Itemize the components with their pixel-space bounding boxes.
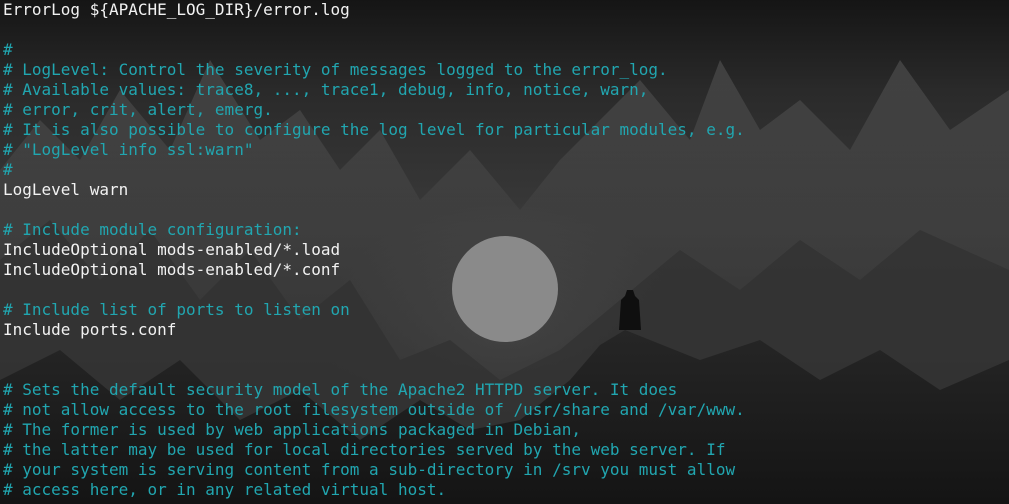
comment-line: # your system is serving content from a … — [3, 460, 736, 479]
comment-line: # Available values: trace8, ..., trace1,… — [3, 80, 649, 99]
directive-line: IncludeOptional mods-enabled/*.conf — [3, 260, 341, 279]
directive-line: Include ports.conf — [3, 320, 177, 339]
directive-line: ErrorLog ${APACHE_LOG_DIR}/error.log — [3, 0, 350, 19]
comment-line: # It is also possible to configure the l… — [3, 120, 745, 139]
comment-line: # error, crit, alert, emerg. — [3, 100, 273, 119]
comment-line: # Include module configuration: — [3, 220, 302, 239]
comment-line: # — [3, 40, 13, 59]
comment-line: # Sets the default security model of the… — [3, 380, 678, 399]
comment-line: # — [3, 160, 13, 179]
comment-line: # The former is used by web applications… — [3, 420, 581, 439]
comment-line: # Include list of ports to listen on — [3, 300, 350, 319]
directive-line: IncludeOptional mods-enabled/*.load — [3, 240, 341, 259]
comment-line: # the latter may be used for local direc… — [3, 440, 726, 459]
comment-line: # "LogLevel info ssl:warn" — [3, 140, 254, 159]
config-file-text[interactable]: ErrorLog ${APACHE_LOG_DIR}/error.log # # L… — [3, 0, 745, 500]
terminal-window[interactable]: ErrorLog ${APACHE_LOG_DIR}/error.log # # L… — [0, 0, 1009, 504]
comment-line: # not allow access to the root filesyste… — [3, 400, 745, 419]
comment-line: # LogLevel: Control the severity of mess… — [3, 60, 668, 79]
directive-line: LogLevel warn — [3, 180, 129, 199]
comment-line: # access here, or in any related virtual… — [3, 480, 447, 499]
